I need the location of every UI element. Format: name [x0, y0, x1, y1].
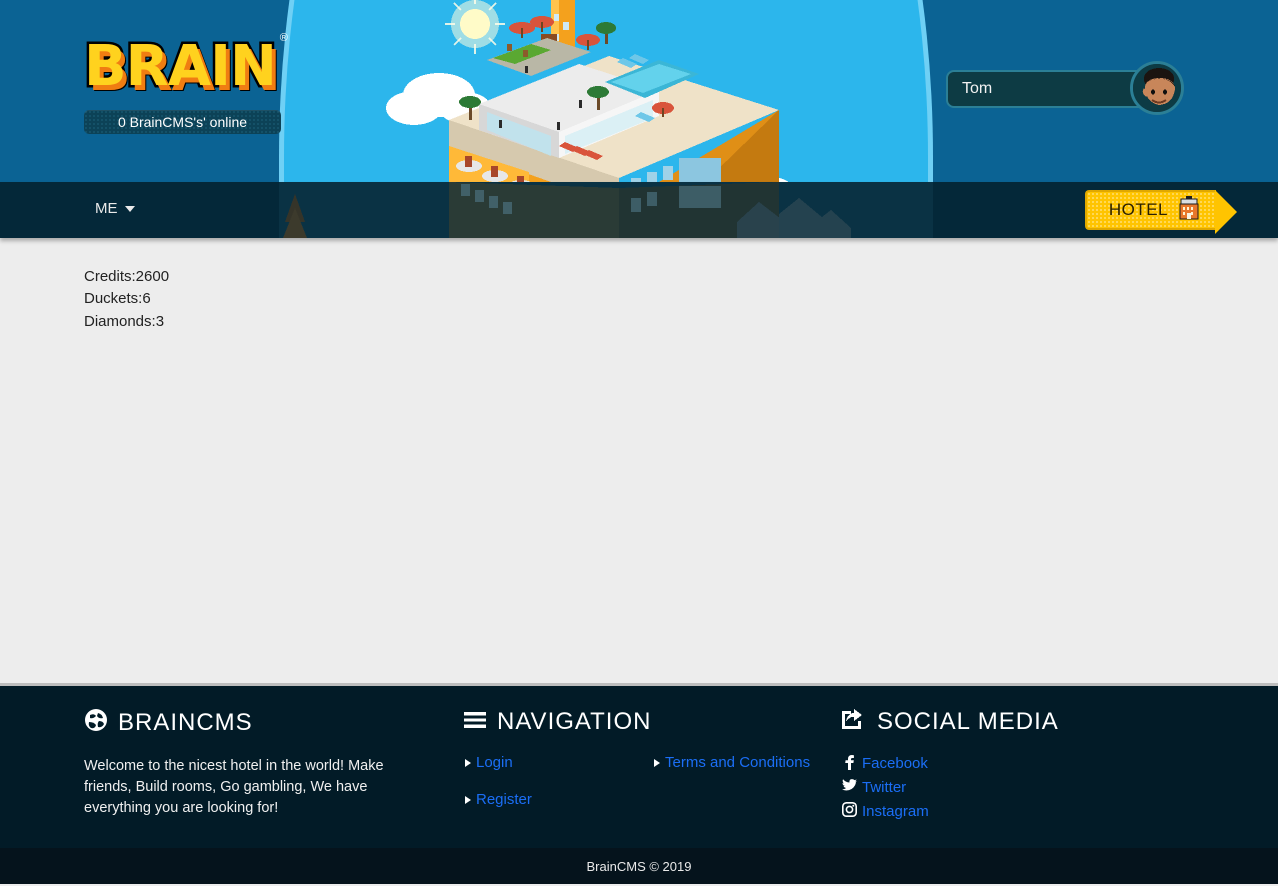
footer-about-description: Welcome to the nicest hotel in the world…: [84, 758, 384, 816]
copyright-bar: BrainCMS © 2019: [0, 848, 1278, 884]
instagram-icon: [841, 802, 857, 820]
footer-link-register-label: Register: [476, 791, 532, 808]
hotel-building-icon: [1178, 195, 1200, 225]
main-navbar: ME HOTEL: [0, 182, 1278, 238]
social-link-instagram[interactable]: Instagram: [841, 802, 1171, 820]
facebook-icon: [841, 754, 857, 773]
registered-mark-icon: ®: [279, 32, 288, 44]
nav-item-me-label: ME: [95, 200, 118, 217]
triangle-right-icon: [465, 758, 471, 767]
copyright-text: BrainCMS © 2019: [586, 858, 692, 874]
hotel-button[interactable]: HOTEL: [1084, 190, 1237, 234]
triangle-right-icon: [654, 758, 660, 767]
hotel-illustration: [279, 0, 933, 182]
main-content: Credits:2600 Duckets:6 Diamonds:3: [0, 238, 1278, 683]
stat-diamonds: Diamonds:3: [84, 312, 165, 330]
footer-link-login-label: Login: [476, 754, 513, 771]
footer-about-heading: BRAINCMS: [84, 708, 444, 738]
footer-navigation-title: NAVIGATION: [497, 708, 652, 735]
globe-icon: [84, 708, 108, 738]
footer-link-terms[interactable]: Terms and Conditions: [654, 754, 810, 771]
navbar-illustration-overlay: [279, 182, 933, 238]
footer-link-terms-label: Terms and Conditions: [665, 754, 811, 771]
social-link-twitter-label: Twitter: [862, 779, 907, 796]
footer-social-heading: SOCIAL MEDIA: [841, 708, 1171, 736]
site-header: BRAIN ® 0 BrainCMS's' online Tom: [0, 0, 1278, 182]
footer-column-social: SOCIAL MEDIA Facebook Twitter Instagram: [841, 708, 1171, 820]
social-link-twitter[interactable]: Twitter: [841, 779, 1171, 796]
footer-social-title: SOCIAL MEDIA: [877, 708, 1059, 735]
social-link-instagram-label: Instagram: [862, 802, 929, 820]
nav-item-me[interactable]: ME: [95, 200, 135, 217]
hotel-button-arrow-icon: [1215, 190, 1237, 234]
brand-logo[interactable]: BRAIN ® 0 BrainCMS's' online: [82, 30, 334, 134]
user-name-label: Tom: [962, 80, 993, 97]
footer-link-register[interactable]: Register: [465, 791, 532, 808]
footer-navigation-heading: NAVIGATION: [463, 708, 823, 736]
footer-link-login[interactable]: Login: [465, 754, 513, 771]
twitter-icon: [841, 779, 857, 796]
site-footer: BRAINCMS Welcome to the nicest hotel in …: [0, 683, 1278, 848]
hotel-button-label: HOTEL: [1108, 200, 1168, 219]
online-count-badge: 0 BrainCMS's' online: [84, 110, 281, 134]
user-avatar-icon[interactable]: [1130, 61, 1184, 115]
hamburger-icon: [463, 708, 487, 736]
footer-column-navigation: NAVIGATION Login Register Terms and Cond…: [463, 708, 823, 808]
page-root: BRAIN ® 0 BrainCMS's' online Tom ME HOTE…: [0, 0, 1278, 886]
footer-column-about: BRAINCMS Welcome to the nicest hotel in …: [84, 708, 444, 819]
social-link-facebook-label: Facebook: [862, 755, 928, 772]
logo-mark: BRAIN ®: [82, 30, 288, 104]
social-link-facebook[interactable]: Facebook: [841, 754, 1171, 773]
stat-credits: Credits:2600: [84, 268, 170, 285]
footer-about-title: BRAINCMS: [118, 709, 253, 736]
stat-duckets: Duckets:6: [84, 290, 151, 308]
share-icon: [841, 708, 867, 736]
footer-social-links: Facebook Twitter Instagram: [841, 754, 1171, 820]
logo-text: BRAIN: [82, 32, 280, 102]
triangle-right-icon: [465, 795, 471, 804]
chevron-down-icon: [124, 205, 135, 212]
